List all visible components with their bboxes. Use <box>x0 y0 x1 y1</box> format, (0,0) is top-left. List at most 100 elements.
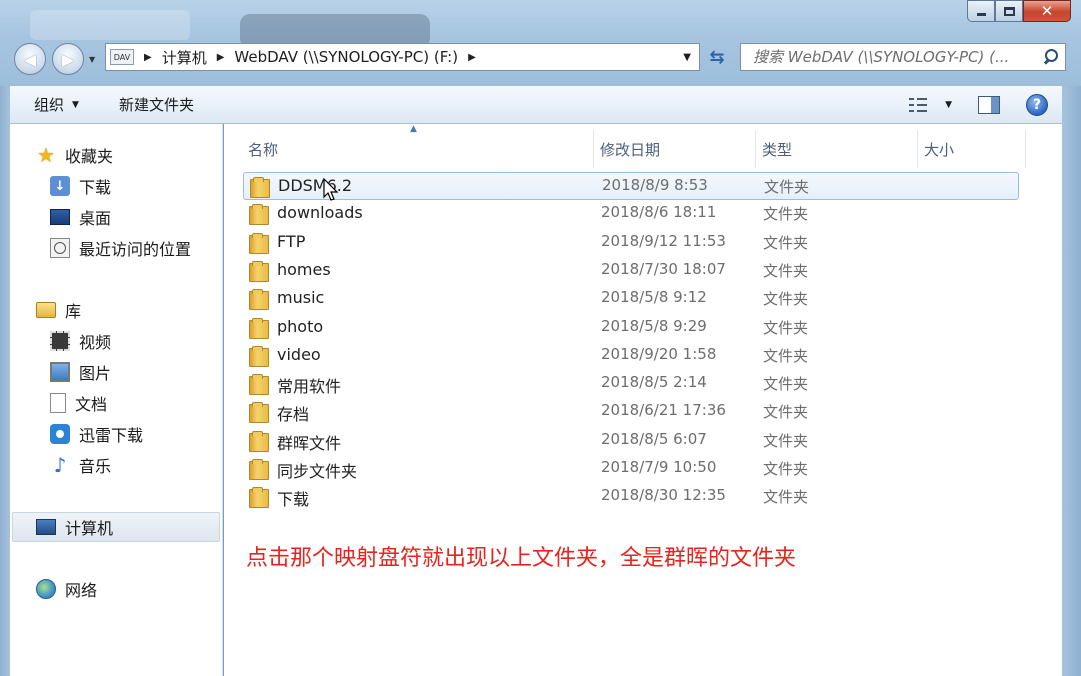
file-date-modified: 2018/5/8 9:12 <box>601 288 707 307</box>
close-icon: ✕ <box>1040 2 1054 20</box>
column-header-label: 大小 <box>924 140 955 159</box>
file-list-pane: ▲ 名称 修改日期 类型 大小 DDSM6.2 2018/8/9 8:53 文件夹 d… <box>224 124 1062 676</box>
recent-pages-dropdown[interactable]: ▼ <box>89 55 95 64</box>
file-date-modified: 2018/7/9 10:50 <box>601 458 717 476</box>
file-type: 文件夹 <box>763 233 809 252</box>
minimize-button[interactable] <box>967 0 995 22</box>
computer-icon <box>36 519 56 535</box>
sidebar-item-computer[interactable]: 计算机 <box>36 512 113 542</box>
file-type: 文件夹 <box>763 375 809 394</box>
sidebar-item-label: 文档 <box>75 395 108 414</box>
folder-icon <box>249 204 269 226</box>
file-row[interactable]: FTP 2018/9/12 11:53 文件夹 <box>243 229 1019 257</box>
preview-pane-icon[interactable] <box>978 95 1000 114</box>
sidebar-item-label: 迅雷下载 <box>79 426 144 445</box>
search-input[interactable] <box>753 48 1033 66</box>
sidebar-item-label: 收藏夹 <box>65 147 114 166</box>
mouse-cursor-icon <box>323 178 339 201</box>
forward-button[interactable]: ▶ <box>52 43 84 75</box>
file-row[interactable]: 常用软件 2018/8/5 2:14 文件夹 <box>243 370 1019 398</box>
folder-icon <box>249 459 269 480</box>
breadcrumb-webdav-drive[interactable]: WebDAV (\\SYNOLOGY-PC) (F:) <box>234 48 458 66</box>
file-name: 存档 <box>277 405 310 425</box>
library-icon <box>36 302 56 318</box>
file-type: 文件夹 <box>763 403 809 422</box>
refresh-icon: ⇆ <box>709 46 725 68</box>
sidebar-item-downloads[interactable]: 下载 <box>50 171 111 201</box>
column-header-label: 名称 <box>248 140 279 159</box>
sidebar-item-label: 图片 <box>79 364 112 383</box>
sidebar-item-label: 最近访问的位置 <box>79 240 192 259</box>
toolbar-right-group: ▼ ? <box>909 86 1062 124</box>
search-box[interactable] <box>740 43 1066 71</box>
file-name: homes <box>277 259 331 279</box>
sidebar-item-favorites[interactable]: ★ 收藏夹 <box>36 140 113 170</box>
breadcrumb-separator[interactable]: ▶ <box>217 52 225 63</box>
sidebar-item-recent-places[interactable]: 最近访问的位置 <box>50 233 191 263</box>
video-subtitle-caption: 点击那个映射盘符就出现以上文件夹，全是群晖的文件夹 <box>246 546 797 571</box>
file-type: 文件夹 <box>763 488 809 507</box>
file-row[interactable]: homes 2018/7/30 18:07 文件夹 <box>243 257 1019 285</box>
new-folder-label: 新建文件夹 <box>118 96 194 114</box>
folder-icon <box>249 260 269 282</box>
column-header-name[interactable]: 名称 <box>242 130 594 168</box>
refresh-button[interactable]: ⇆ <box>702 43 732 71</box>
sidebar-item-pictures[interactable]: 图片 <box>50 357 111 387</box>
column-header-size[interactable]: 大小 <box>918 130 1026 168</box>
organize-button[interactable]: 组织 ▼ <box>10 86 91 124</box>
sidebar-item-label: 视频 <box>79 333 112 352</box>
file-type: 文件夹 <box>763 460 809 478</box>
file-date-modified: 2018/9/12 11:53 <box>601 231 726 250</box>
sidebar-item-label: 桌面 <box>79 209 112 228</box>
file-date-modified: 2018/8/6 18:11 <box>601 203 717 222</box>
file-date-modified: 2018/8/9 8:53 <box>602 176 708 194</box>
file-name: 常用软件 <box>277 377 342 397</box>
breadcrumb-computer[interactable]: 计算机 <box>162 47 207 68</box>
maximize-button[interactable] <box>995 0 1023 22</box>
file-row[interactable]: video 2018/9/20 1:58 文件夹 <box>243 342 1019 370</box>
file-row[interactable]: 群晖文件 2018/8/5 6:07 文件夹 <box>243 427 1019 455</box>
breadcrumb-separator[interactable]: ▶ <box>144 52 152 63</box>
sidebar-item-documents[interactable]: 文档 <box>50 388 107 418</box>
documents-library-icon <box>50 393 66 413</box>
file-date-modified: 2018/8/5 6:07 <box>601 429 707 448</box>
close-button[interactable]: ✕ <box>1023 0 1071 22</box>
title-glass-highlight <box>30 10 190 40</box>
sidebar-item-music[interactable]: ♪ 音乐 <box>50 450 111 480</box>
file-name: 同步文件夹 <box>277 462 358 481</box>
window-controls: ✕ <box>967 0 1071 22</box>
file-row[interactable]: music 2018/5/8 9:12 文件夹 <box>243 285 1019 313</box>
file-date-modified: 2018/8/5 2:14 <box>601 373 707 392</box>
sidebar-item-videos[interactable]: 视频 <box>50 326 111 356</box>
file-type: 文件夹 <box>764 178 810 196</box>
sidebar-item-desktop[interactable]: 桌面 <box>50 202 111 232</box>
column-header-date-modified[interactable]: 修改日期 <box>594 130 756 168</box>
file-row[interactable]: downloads 2018/8/6 18:11 文件夹 <box>243 200 1019 228</box>
file-row[interactable]: photo 2018/5/8 9:29 文件夹 <box>243 314 1019 342</box>
sidebar-item-libraries[interactable]: 库 <box>36 295 81 325</box>
sidebar-item-network[interactable]: 网络 <box>36 574 97 604</box>
column-header-type[interactable]: 类型 <box>756 130 918 168</box>
address-history-dropdown[interactable]: ▼ <box>683 52 691 63</box>
address-bar[interactable]: DAV ▶ 计算机 ▶ WebDAV (\\SYNOLOGY-PC) (F:) … <box>105 43 700 71</box>
change-view-icon[interactable] <box>909 97 931 113</box>
video-library-icon <box>50 331 70 351</box>
folder-icon <box>250 177 270 198</box>
file-row[interactable]: 同步文件夹 2018/7/9 10:50 文件夹 <box>243 455 1019 483</box>
file-date-modified: 2018/5/8 9:29 <box>601 316 707 335</box>
new-folder-button[interactable]: 新建文件夹 <box>91 86 206 124</box>
chevron-down-icon: ▼ <box>72 99 79 110</box>
help-icon[interactable]: ? <box>1026 93 1048 116</box>
back-button[interactable]: ◀ <box>14 43 46 75</box>
file-date-modified: 2018/9/20 1:58 <box>601 344 717 363</box>
view-options-dropdown[interactable]: ▼ <box>945 100 952 110</box>
file-row[interactable]: 下载 2018/8/30 12:35 文件夹 <box>243 483 1019 511</box>
file-name: 群晖文件 <box>277 433 342 453</box>
search-icon[interactable] <box>1042 48 1058 66</box>
breadcrumb-separator[interactable]: ▶ <box>468 52 476 63</box>
sidebar-item-thunder-downloads[interactable]: 迅雷下载 <box>50 419 143 449</box>
file-row[interactable]: 存档 2018/6/21 17:36 文件夹 <box>243 398 1019 426</box>
file-row[interactable]: DDSM6.2 2018/8/9 8:53 文件夹 <box>243 172 1019 200</box>
file-date-modified: 2018/6/21 17:36 <box>601 401 726 420</box>
folder-icon <box>249 289 269 311</box>
